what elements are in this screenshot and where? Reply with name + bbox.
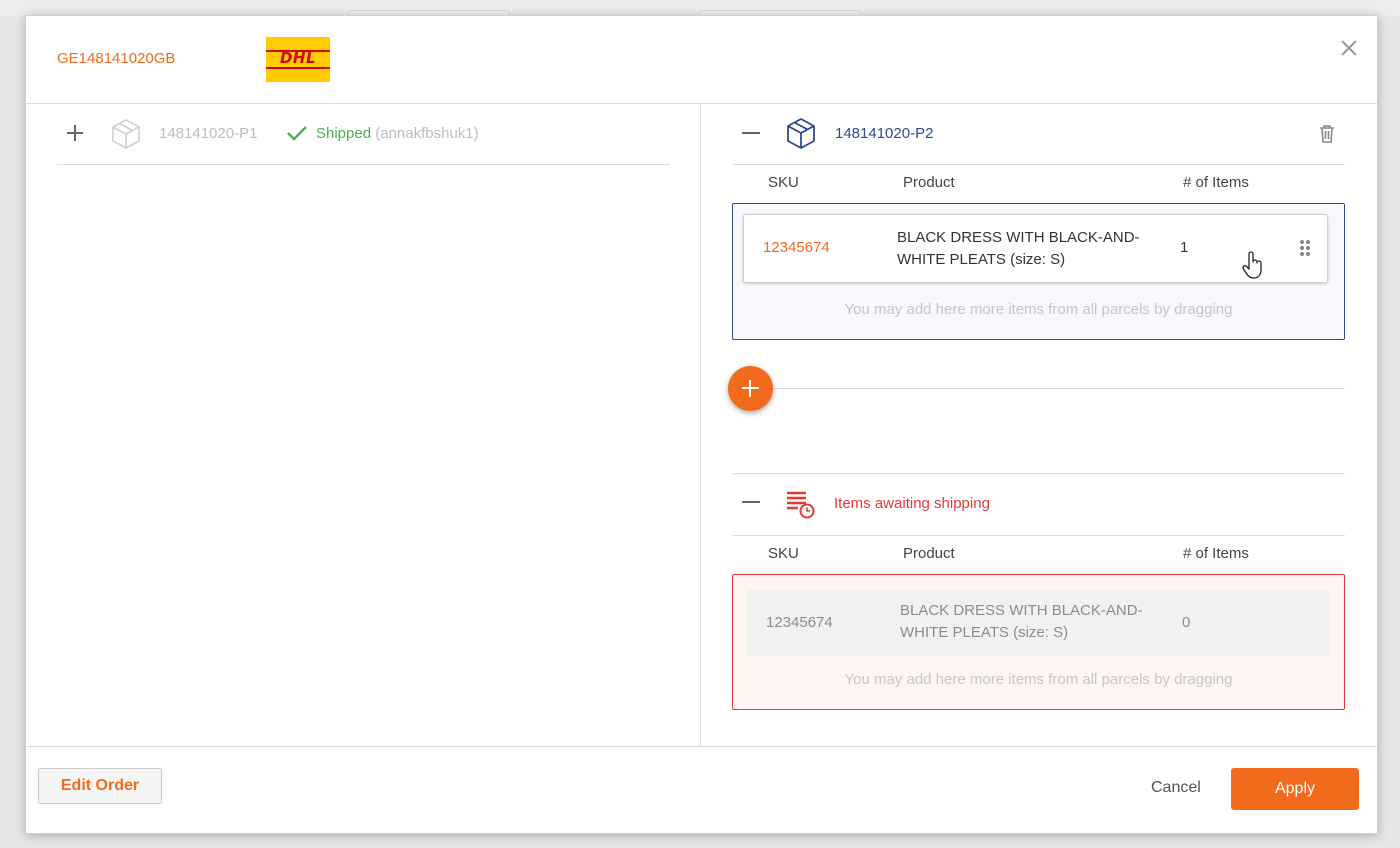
dhl-logo: DHL (266, 37, 330, 82)
cancel-button[interactable]: Cancel (1136, 770, 1216, 806)
item-sku: 12345674 (766, 614, 833, 631)
drag-handle-icon[interactable] (1299, 239, 1311, 262)
logo-text: DHL (279, 49, 317, 67)
edit-order-button[interactable]: Edit Order (38, 768, 162, 804)
box-icon (111, 118, 141, 155)
dialog-header: GE148141020GB DHL (26, 16, 1377, 104)
dialog-body: 148141020-P1 Shipped (annakfbshuk1) 1481… (26, 104, 1377, 746)
logo-stripe (266, 67, 330, 69)
awaiting-title: Items awaiting shipping (834, 495, 990, 512)
add-parcel-button[interactable] (728, 366, 773, 411)
divider (752, 388, 1345, 389)
status-user: (annakfbshuk1) (375, 125, 479, 142)
item-quantity: 1 (1180, 239, 1189, 256)
panel-divider (700, 104, 701, 746)
awaiting-drop-zone[interactable]: 12345674 BLACK DRESS WITH BLACK-AND-WHIT… (732, 574, 1345, 710)
expand-icon[interactable] (66, 124, 84, 142)
item-product: BLACK DRESS WITH BLACK-AND-WHITE PLEATS … (900, 602, 1143, 641)
drop-hint: You may add here more items from all par… (844, 671, 1233, 688)
item-card[interactable]: 12345674 BLACK DRESS WITH BLACK-AND-WHIT… (743, 214, 1328, 283)
apply-button[interactable]: Apply (1231, 768, 1359, 810)
item-quantity: 0 (1182, 614, 1191, 631)
column-header-sku: SKU (768, 545, 799, 562)
hand-cursor-icon (1242, 250, 1264, 285)
parcel-dialog: GE148141020GB DHL 148141020-P1 Shipped (… (25, 15, 1378, 834)
collapse-icon[interactable] (742, 132, 760, 134)
collapse-icon[interactable] (742, 501, 760, 503)
check-icon (286, 124, 308, 147)
plus-icon (749, 380, 751, 397)
tracking-number: GE148141020GB (57, 50, 176, 67)
shipped-status: Shipped (annakfbshuk1) (316, 125, 479, 142)
status-label: Shipped (316, 125, 372, 142)
item-card: 12345674 BLACK DRESS WITH BLACK-AND-WHIT… (747, 590, 1330, 656)
column-header-sku: SKU (768, 174, 799, 191)
close-icon[interactable] (1339, 38, 1359, 58)
parcel-row-p1: 148141020-P1 Shipped (annakfbshuk1) (57, 104, 670, 165)
parcel-id: 148141020-P2 (835, 125, 934, 142)
column-header-items: # of Items (1183, 545, 1249, 562)
column-header-product: Product (903, 174, 955, 191)
drop-hint: You may add here more items from all par… (844, 301, 1233, 318)
item-product: BLACK DRESS WITH BLACK-AND-WHITE PLEATS … (897, 229, 1140, 268)
dialog-footer: Edit Order Cancel Apply (26, 746, 1377, 834)
column-header-product: Product (903, 545, 955, 562)
trash-icon[interactable] (1319, 124, 1335, 149)
item-sku: 12345674 (763, 239, 830, 256)
column-header-items: # of Items (1183, 174, 1249, 191)
awaiting-header: Items awaiting shipping (732, 473, 1345, 536)
awaiting-list-clock-icon (786, 490, 816, 525)
box-icon (786, 117, 816, 155)
parcel-id: 148141020-P1 (159, 125, 258, 142)
parcel-header: 148141020-P2 (732, 104, 1345, 165)
